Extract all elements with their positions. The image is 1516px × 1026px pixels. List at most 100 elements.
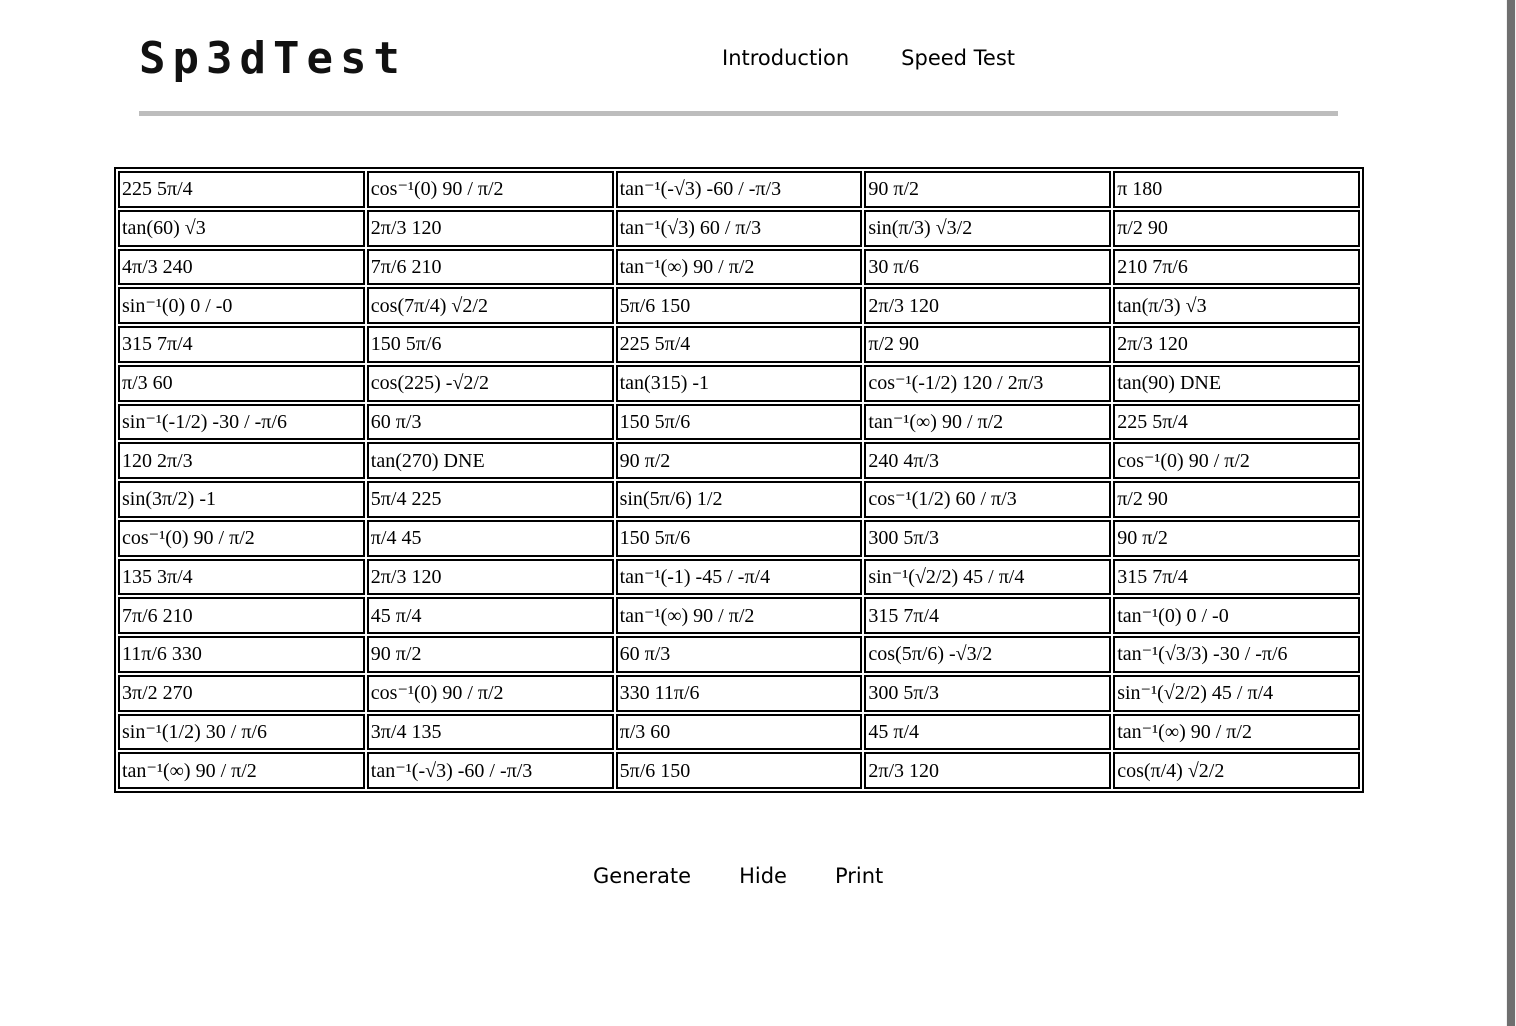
table-cell: 225 5π/4 [118, 171, 365, 208]
table-cell: 330 11π/6 [615, 674, 863, 712]
table-cell: cos⁻¹(0) 90 / π/2 [1113, 442, 1360, 479]
table-cell: sin(3π/2) -1 [118, 481, 365, 518]
table-cell: 315 7π/4 [118, 326, 365, 363]
table-cell: π/4 45 [366, 519, 614, 557]
table-cell: 225 5π/4 [615, 326, 863, 363]
table-cell: cos(π/4) √2/2 [1113, 752, 1360, 789]
table-cell: tan⁻¹(∞) 90 / π/2 [615, 248, 863, 286]
vertical-scrollbar[interactable] [1506, 0, 1516, 1026]
table-cell: cos(5π/6) -√3/2 [864, 636, 1112, 673]
table-cell: tan(π/3) √3 [1113, 287, 1360, 324]
table-row: 315 7π/4 150 5π/6 225 5π/4 π/2 90 2π/3 120 [118, 326, 1360, 363]
table-cell: tan⁻¹(√3/3) -30 / -π/6 [1113, 636, 1360, 673]
table-cell: 5π/6 150 [615, 752, 863, 789]
table-cell: sin⁻¹(√2/2) 45 / π/4 [1113, 674, 1360, 712]
table-cell: 225 5π/4 [1113, 403, 1360, 441]
table-cell: tan⁻¹(0) 0 / -0 [1113, 597, 1360, 634]
table-row: sin⁻¹(1/2) 30 / π/6 3π/4 135 π/3 60 45 π/4 t… [118, 713, 1360, 751]
table-cell: 150 5π/6 [366, 326, 614, 363]
table-cell: 60 π/3 [615, 636, 863, 673]
table-cell: π/2 90 [864, 326, 1112, 363]
table-cell: 315 7π/4 [864, 597, 1112, 634]
main-nav: Introduction Speed Test [722, 43, 1015, 73]
table-cell: cos⁻¹(1/2) 60 / π/3 [864, 481, 1112, 518]
table-cell: tan(270) DNE [366, 442, 614, 479]
question-grid-body: 225 5π/4 cos⁻¹(0) 90 / π/2 tan⁻¹(-√3) -60 … [118, 171, 1360, 789]
table-cell: sin⁻¹(√2/2) 45 / π/4 [864, 558, 1112, 596]
table-cell: cos(225) -√2/2 [366, 364, 614, 402]
table-cell: 90 π/2 [366, 636, 614, 673]
table-cell: 11π/6 330 [118, 636, 365, 673]
table-cell: tan⁻¹(∞) 90 / π/2 [118, 752, 365, 789]
table-cell: 60 π/3 [366, 403, 614, 441]
table-row: 120 2π/3 tan(270) DNE 90 π/2 240 4π/3 cos⁻¹(… [118, 442, 1360, 479]
table-cell: tan(90) DNE [1113, 364, 1360, 402]
table-cell: 45 π/4 [366, 597, 614, 634]
action-bar: Generate Hide Print [593, 861, 883, 891]
table-row: 135 3π/4 2π/3 120 tan⁻¹(-1) -45 / -π/4 sin⁻… [118, 558, 1360, 596]
hide-button[interactable]: Hide [739, 861, 787, 891]
table-cell: 2π/3 120 [1113, 326, 1360, 363]
table-cell: 45 π/4 [864, 713, 1112, 751]
table-cell: 2π/3 120 [366, 209, 614, 247]
table-cell: 300 5π/3 [864, 674, 1112, 712]
table-cell: cos⁻¹(0) 90 / π/2 [118, 519, 365, 557]
table-row: 11π/6 330 90 π/2 60 π/3 cos(5π/6) -√3/2 tan⁻… [118, 636, 1360, 673]
table-cell: 2π/3 120 [864, 752, 1112, 789]
table-cell: π 180 [1113, 171, 1360, 208]
table-cell: 7π/6 210 [366, 248, 614, 286]
table-cell: 90 π/2 [1113, 519, 1360, 557]
question-grid: 225 5π/4 cos⁻¹(0) 90 / π/2 tan⁻¹(-√3) -60 … [114, 167, 1364, 793]
table-cell: π/2 90 [1113, 481, 1360, 518]
table-cell: tan(315) -1 [615, 364, 863, 402]
table-cell: tan⁻¹(∞) 90 / π/2 [615, 597, 863, 634]
table-row: 7π/6 210 45 π/4 tan⁻¹(∞) 90 / π/2 315 7π/4 t… [118, 597, 1360, 634]
table-cell: tan⁻¹(-√3) -60 / -π/3 [366, 752, 614, 789]
table-cell: 2π/3 120 [366, 558, 614, 596]
nav-link-speed-test[interactable]: Speed Test [901, 43, 1015, 73]
table-cell: 300 5π/3 [864, 519, 1112, 557]
table-cell: tan⁻¹(-√3) -60 / -π/3 [615, 171, 863, 208]
table-cell: 7π/6 210 [118, 597, 365, 634]
table-cell: tan⁻¹(∞) 90 / π/2 [1113, 713, 1360, 751]
table-cell: 90 π/2 [615, 442, 863, 479]
table-row: 3π/2 270 cos⁻¹(0) 90 / π/2 330 11π/6 300 5π… [118, 674, 1360, 712]
table-cell: cos(7π/4) √2/2 [366, 287, 614, 324]
table-cell: cos⁻¹(-1/2) 120 / 2π/3 [864, 364, 1112, 402]
table-row: cos⁻¹(0) 90 / π/2 π/4 45 150 5π/6 300 5π/3 9… [118, 519, 1360, 557]
generate-button[interactable]: Generate [593, 861, 691, 891]
scrollbar-thumb[interactable] [1507, 0, 1515, 1026]
site-logo: Sp3dTest [139, 33, 407, 84]
table-row: 225 5π/4 cos⁻¹(0) 90 / π/2 tan⁻¹(-√3) -60 … [118, 171, 1360, 208]
table-row: sin⁻¹(0) 0 / -0 cos(7π/4) √2/2 5π/6 150 2π/… [118, 287, 1360, 324]
table-cell: 135 3π/4 [118, 558, 365, 596]
header-divider [139, 111, 1338, 116]
table-cell: sin⁻¹(-1/2) -30 / -π/6 [118, 403, 365, 441]
table-row: 4π/3 240 7π/6 210 tan⁻¹(∞) 90 / π/2 30 π/6 2… [118, 248, 1360, 286]
table-cell: tan⁻¹(-1) -45 / -π/4 [615, 558, 863, 596]
table-cell: sin⁻¹(1/2) 30 / π/6 [118, 713, 365, 751]
table-cell: π/3 60 [615, 713, 863, 751]
table-cell: tan⁻¹(∞) 90 / π/2 [864, 403, 1112, 441]
table-cell: cos⁻¹(0) 90 / π/2 [366, 674, 614, 712]
table-cell: 5π/4 225 [366, 481, 614, 518]
table-row: tan⁻¹(∞) 90 / π/2 tan⁻¹(-√3) -60 / -π/3 5π… [118, 752, 1360, 789]
table-cell: 4π/3 240 [118, 248, 365, 286]
table-cell: 5π/6 150 [615, 287, 863, 324]
table-cell: 150 5π/6 [615, 519, 863, 557]
table-row: sin(3π/2) -1 5π/4 225 sin(5π/6) 1/2 cos⁻¹(1… [118, 481, 1360, 518]
table-cell: 2π/3 120 [864, 287, 1112, 324]
table-row: tan(60) √3 2π/3 120 tan⁻¹(√3) 60 / π/3 sin(… [118, 209, 1360, 247]
table-cell: tan⁻¹(√3) 60 / π/3 [615, 209, 863, 247]
table-cell: sin(π/3) √3/2 [864, 209, 1112, 247]
nav-link-introduction[interactable]: Introduction [722, 43, 849, 73]
table-row: π/3 60 cos(225) -√2/2 tan(315) -1 cos⁻¹(-1/… [118, 364, 1360, 402]
table-cell: π/3 60 [118, 364, 365, 402]
table-cell: sin(5π/6) 1/2 [615, 481, 863, 518]
table-cell: π/2 90 [1113, 209, 1360, 247]
table-cell: 150 5π/6 [615, 403, 863, 441]
table-cell: cos⁻¹(0) 90 / π/2 [366, 171, 614, 208]
table-cell: 3π/2 270 [118, 674, 365, 712]
question-grid-container: 225 5π/4 cos⁻¹(0) 90 / π/2 tan⁻¹(-√3) -60 … [114, 167, 1364, 793]
print-button[interactable]: Print [835, 861, 883, 891]
